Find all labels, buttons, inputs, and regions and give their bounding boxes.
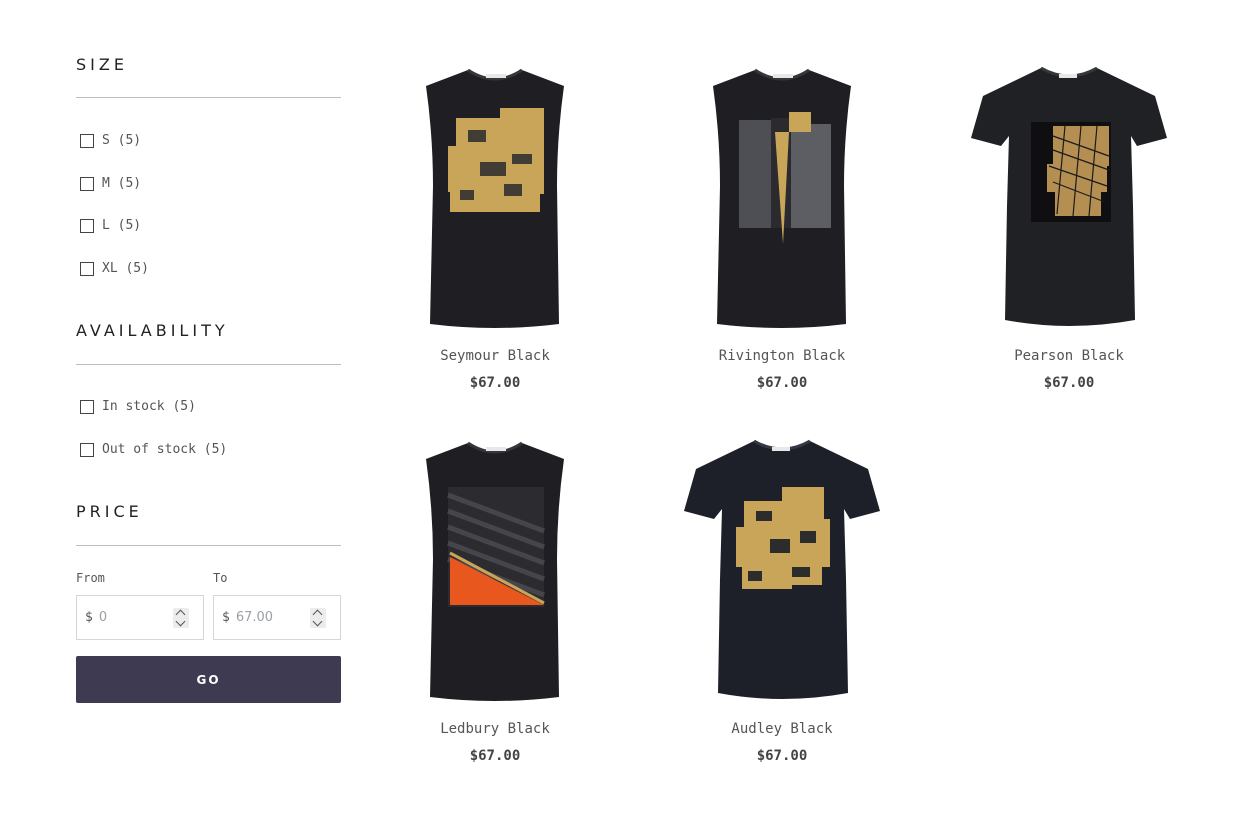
product-name[interactable]: Rivington Black <box>667 348 897 364</box>
size-option-xl[interactable]: XL (5) <box>80 261 149 276</box>
option-label: L (5) <box>102 218 142 233</box>
availability-option-in-stock[interactable]: In stock (5) <box>80 399 196 414</box>
product-card-rivington[interactable]: Rivington Black $67.00 <box>667 66 897 391</box>
product-price: $67.00 <box>756 375 808 391</box>
currency-symbol: $ <box>222 610 230 625</box>
product-price: $67.00 <box>469 748 521 764</box>
product-image[interactable] <box>707 66 857 330</box>
price-from-placeholder: 0 <box>98 610 108 625</box>
product-card-seymour[interactable]: Seymour Black $67.00 <box>380 66 610 391</box>
price-from-label: From <box>76 571 105 585</box>
checkbox[interactable] <box>80 176 94 191</box>
product-name[interactable]: Ledbury Black <box>380 721 610 737</box>
go-button[interactable]: GO <box>76 656 341 703</box>
product-name[interactable]: Audley Black <box>667 721 897 737</box>
number-spinner-icon[interactable] <box>173 608 189 628</box>
product-price: $67.00 <box>756 748 808 764</box>
divider <box>76 364 341 365</box>
product-name[interactable]: Seymour Black <box>380 348 610 364</box>
product-price: $67.00 <box>469 375 521 391</box>
size-option-s[interactable]: S (5) <box>80 133 141 148</box>
price-from-input[interactable]: $ 0 <box>76 595 204 640</box>
product-image[interactable] <box>420 439 570 703</box>
number-spinner-icon[interactable] <box>310 608 326 628</box>
checkbox[interactable] <box>80 442 94 457</box>
price-to-placeholder: 67.00 <box>235 610 274 625</box>
product-name[interactable]: Pearson Black <box>954 348 1184 364</box>
size-option-m[interactable]: M (5) <box>80 176 141 191</box>
price-to-label: To <box>213 571 228 585</box>
product-image[interactable] <box>420 66 570 330</box>
divider <box>76 97 341 98</box>
option-label: Out of stock (5) <box>102 442 228 457</box>
checkbox[interactable] <box>80 133 94 148</box>
checkbox[interactable] <box>80 399 94 414</box>
price-filter-title: PRICE <box>76 502 143 521</box>
product-image[interactable] <box>682 439 882 703</box>
option-label: In stock (5) <box>102 399 196 414</box>
option-label: S (5) <box>102 133 142 148</box>
product-price: $67.00 <box>1043 375 1095 391</box>
option-label: M (5) <box>102 176 142 191</box>
price-to-input[interactable]: $ 67.00 <box>213 595 341 640</box>
product-card-audley[interactable]: Audley Black $67.00 <box>667 439 897 764</box>
size-option-l[interactable]: L (5) <box>80 218 141 233</box>
divider <box>76 545 341 546</box>
checkbox[interactable] <box>80 261 94 276</box>
checkbox[interactable] <box>80 218 94 233</box>
product-card-ledbury[interactable]: Ledbury Black $67.00 <box>380 439 610 764</box>
product-image[interactable] <box>969 66 1169 330</box>
availability-filter-title: AVAILABILITY <box>76 321 229 340</box>
currency-symbol: $ <box>85 610 93 625</box>
product-card-pearson[interactable]: Pearson Black $67.00 <box>954 66 1184 391</box>
option-label: XL (5) <box>102 261 149 276</box>
availability-option-out-of-stock[interactable]: Out of stock (5) <box>80 442 227 457</box>
size-filter-title: SIZE <box>76 55 128 74</box>
